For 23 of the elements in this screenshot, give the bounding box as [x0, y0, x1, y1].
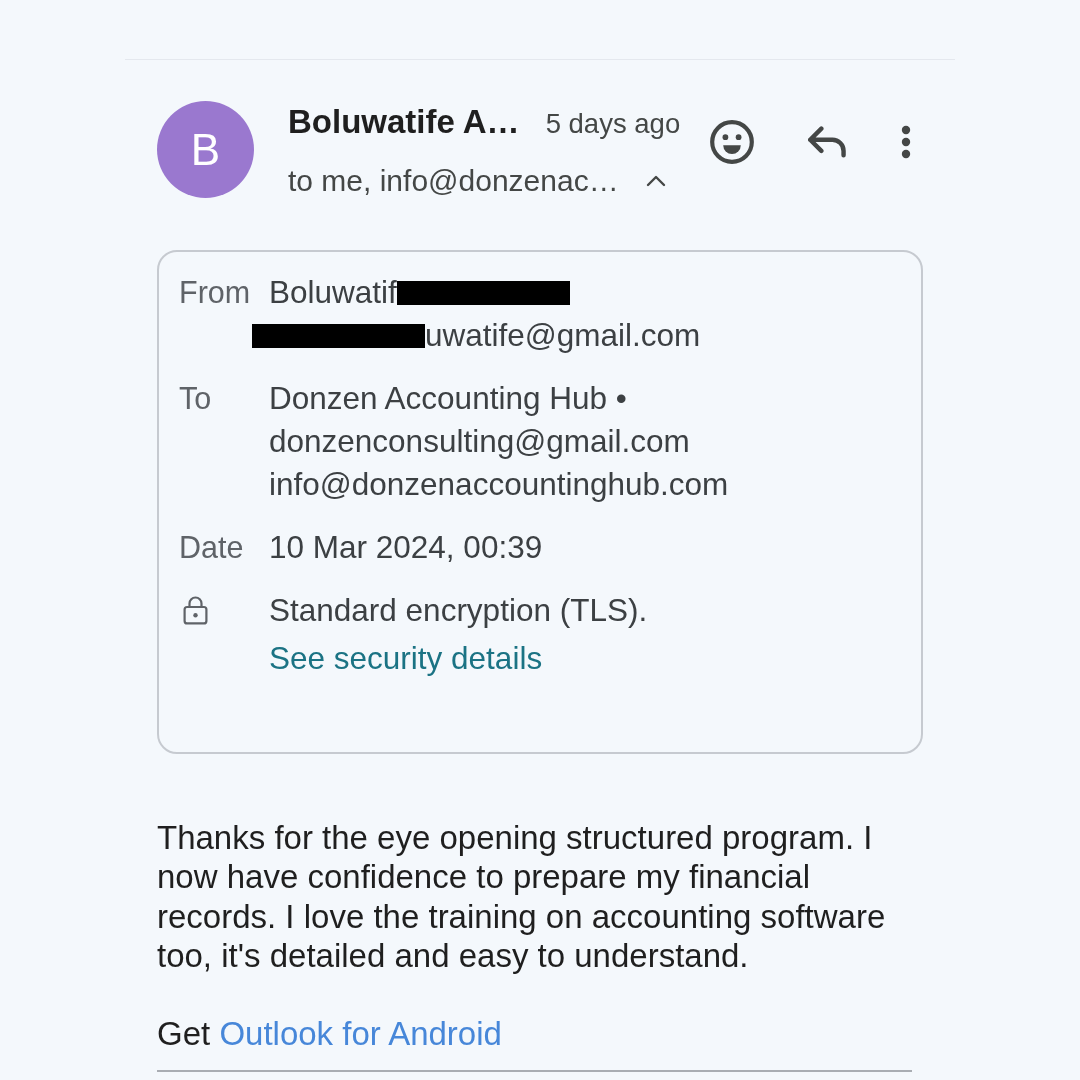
- detail-label: To: [179, 380, 213, 417]
- message-body: Thanks for the eye opening structured program. I now have confidence to prepare my financial records. I love the training on accounting software too, it's detailed and easy to understand.: [157, 818, 887, 976]
- outlook-link[interactable]: Outlook for Android: [219, 1014, 502, 1052]
- sender-name: Boluwatife A…: [288, 102, 520, 142]
- detail-value: Boluwatif: [269, 273, 397, 312]
- sender-avatar: B: [157, 101, 254, 198]
- smiley-icon[interactable]: [710, 120, 754, 164]
- time-ago: 5 days ago: [545, 107, 681, 141]
- detail-value: info@donzenaccountinghub.com: [269, 465, 729, 504]
- detail-value: Donzen Accounting Hub •: [269, 379, 627, 418]
- more-icon[interactable]: [900, 125, 912, 159]
- lock-icon: [183, 596, 208, 625]
- detail-value: donzenconsulting@gmail.com: [269, 422, 690, 461]
- security-details-link[interactable]: See security details: [269, 637, 543, 680]
- detail-label: Date: [179, 529, 245, 566]
- detail-value: Standard encryption (TLS).: [269, 591, 648, 630]
- caret-icon[interactable]: [645, 175, 666, 187]
- detail-label: From: [179, 274, 252, 311]
- recipients-summary: to me, info@donzenac…: [288, 163, 619, 199]
- detail-value: 10 Mar 2024, 00:39: [269, 528, 543, 567]
- signature-text: Get Outlook for Android: [157, 1013, 502, 1054]
- reply-icon[interactable]: [808, 125, 848, 159]
- detail-value: uwatife@gmail.com: [425, 316, 701, 355]
